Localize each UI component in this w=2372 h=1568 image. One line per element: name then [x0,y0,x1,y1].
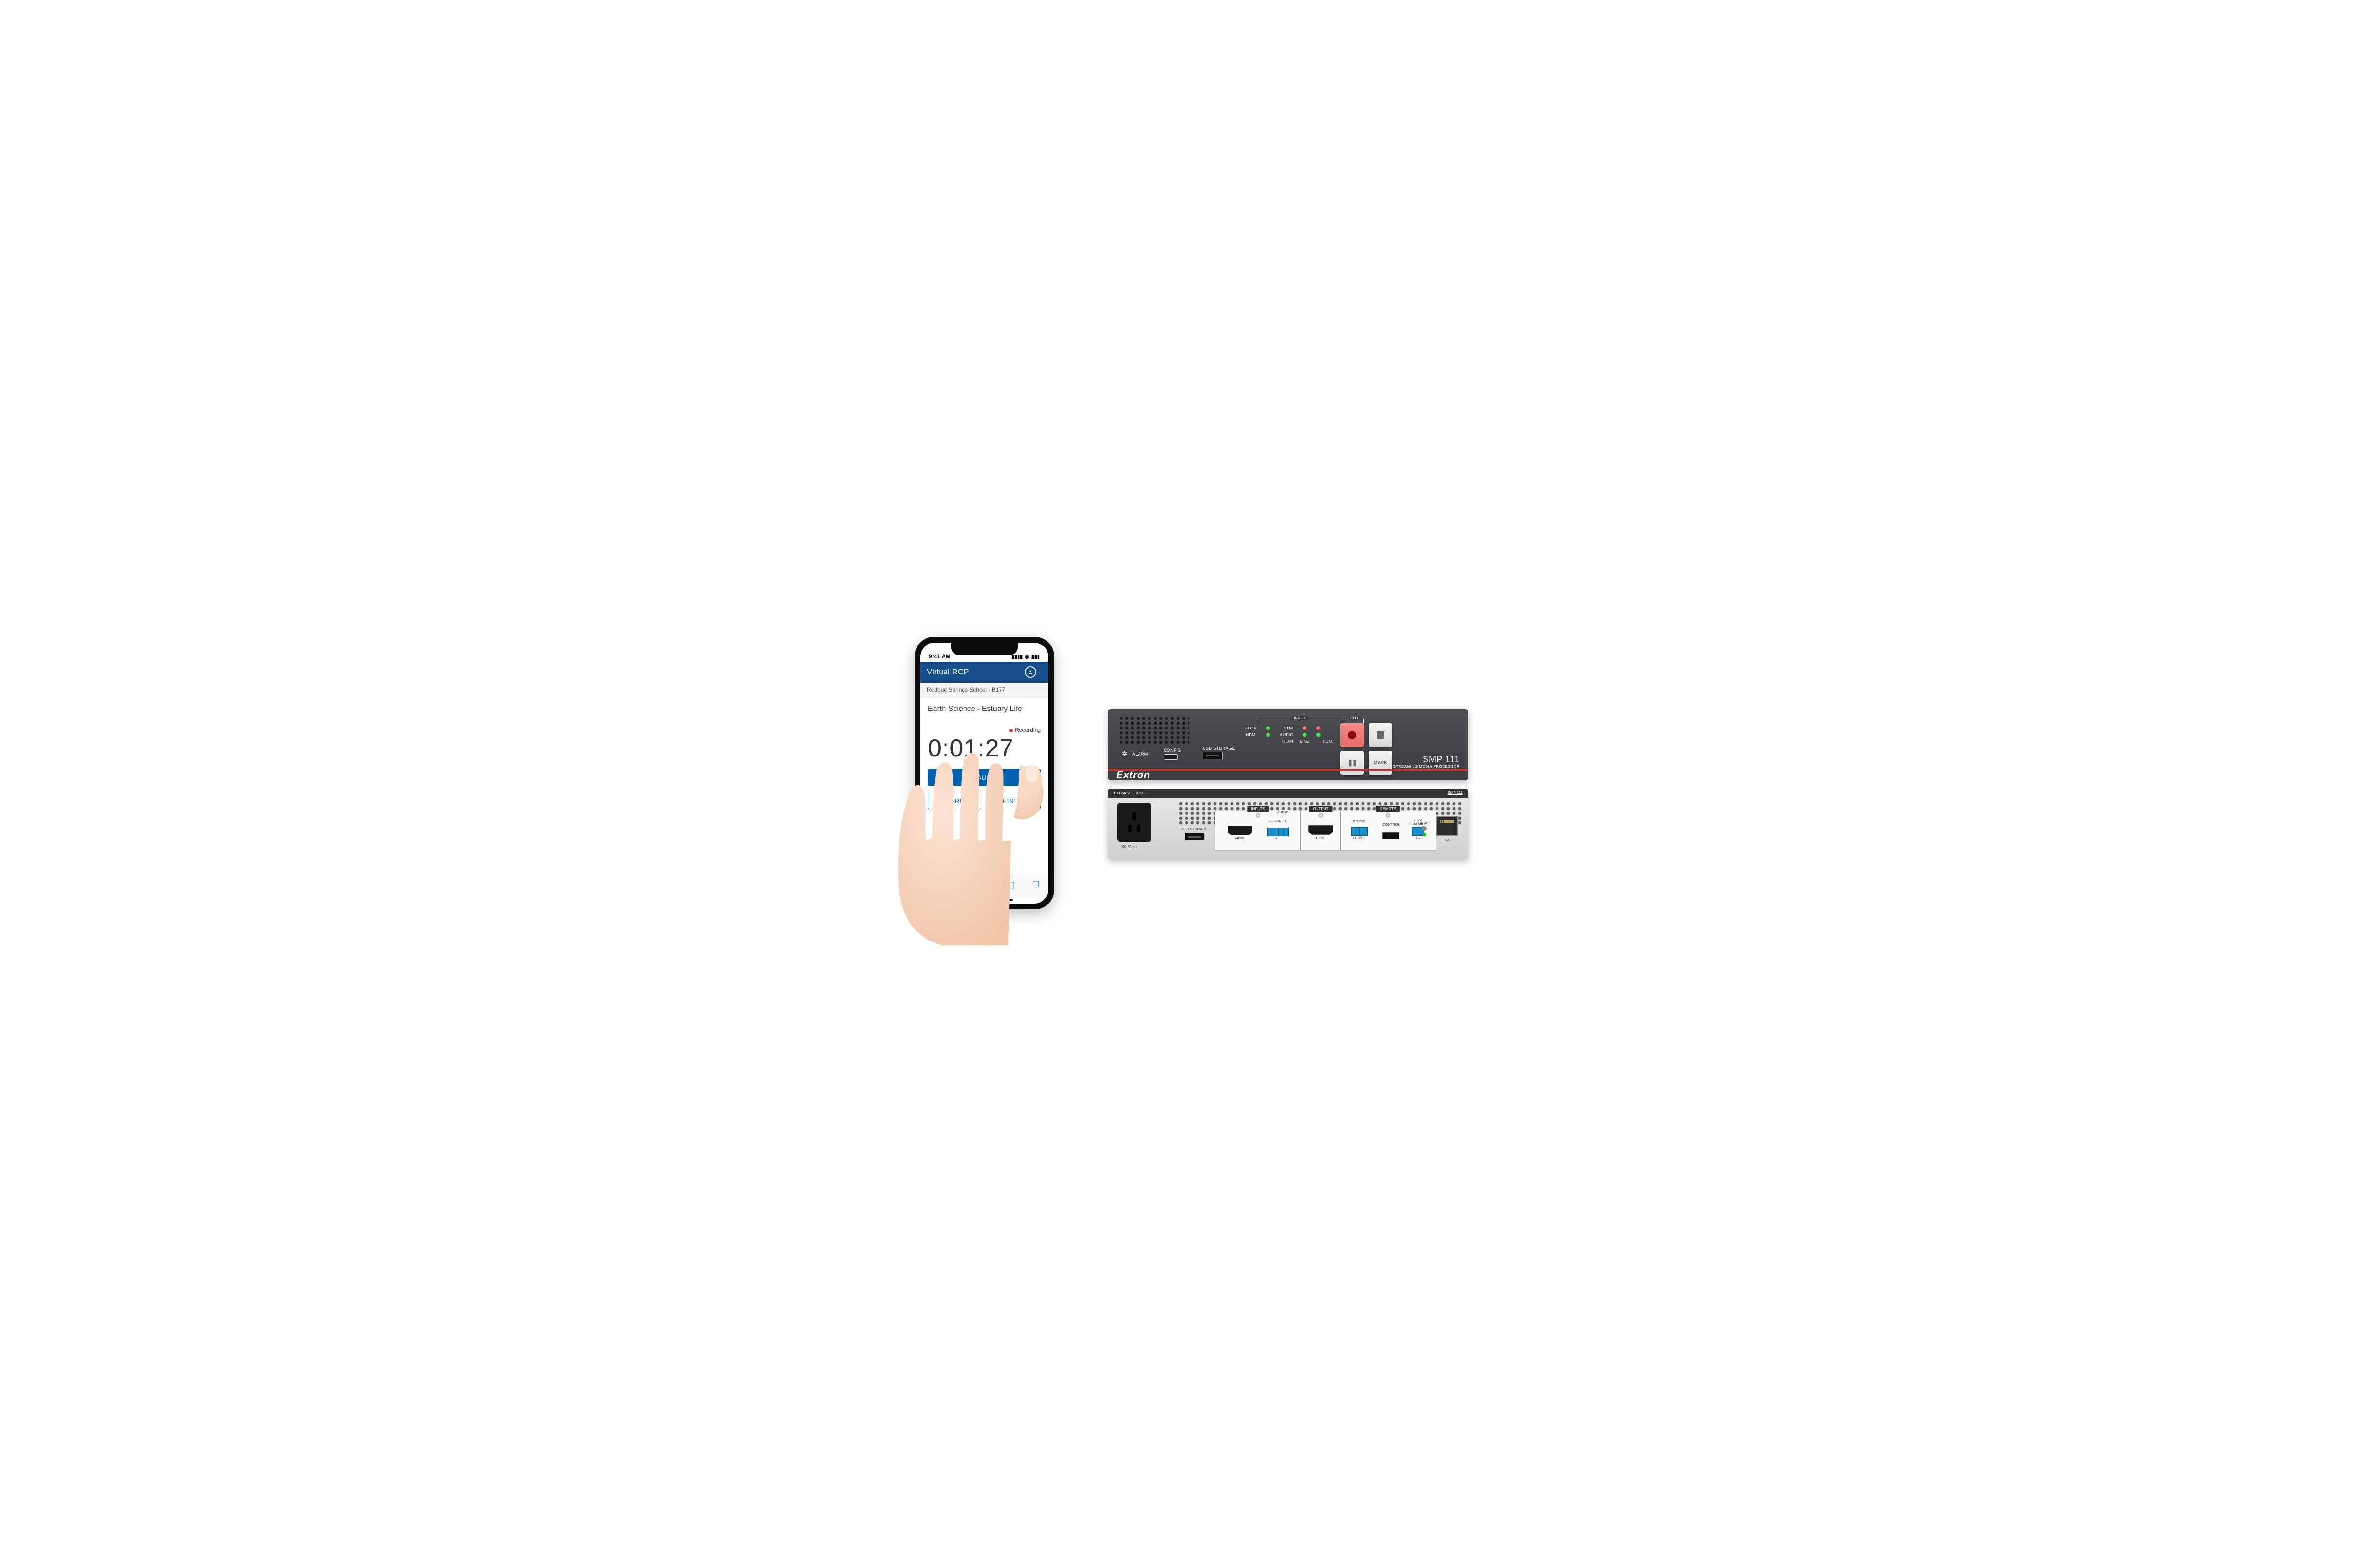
wifi-icon: ◉ [1025,654,1029,660]
audio-phoenix-input[interactable] [1267,828,1289,836]
control-port[interactable] [1382,832,1399,839]
reset-button[interactable] [1422,826,1427,831]
finish-button[interactable]: FINISH [988,793,1041,809]
phone-frame: 9:41 AM ▮▮▮▮ ◉ ▮▮▮ Virtual RCP ⌄ [915,637,1054,909]
browser-toolbar: 〈 〉 ⇪ ▯▯ ❐ [920,875,1048,899]
model-subtitle: STREAMING MEDIA PROCESSOR [1393,765,1460,769]
pause-hw-button[interactable] [1340,751,1364,775]
signal-icon: ▮▮▮▮ [1011,654,1023,660]
inputs-block: INPUTS HDMI L LINE R + – AUDIO [1215,811,1301,850]
hdmi-input-port[interactable] [1228,826,1252,835]
phone-in-hand: 9:41 AM ▮▮▮▮ ◉ ▮▮▮ Virtual RCP ⌄ [904,637,1065,931]
output-block: OUTPUT HDMI [1300,811,1341,850]
hdcp-led [1266,726,1270,730]
model-number: SMP 111 [1393,755,1460,765]
usb-storage-label: USB STORAGE [1203,746,1235,751]
chevron-down-icon: ⌄ [1038,670,1042,675]
mark-hw-button[interactable]: MARK [1369,751,1392,775]
app-title: Virtual RCP [927,667,969,677]
power-rating: 100-240V ～ 0.7A [1113,791,1144,796]
config-label: CONFIG [1164,748,1181,753]
stop-button[interactable] [1369,723,1392,747]
clip-led-1 [1303,726,1307,730]
iec-power-inlet[interactable] [1117,803,1151,842]
bookmarks-icon[interactable]: ▯▯ [1005,880,1015,892]
recording-status: Recording [928,727,1041,733]
alarm-label: ALARM [1132,752,1148,756]
timer-display: 0:01:27 [928,734,1041,763]
audio-led-1 [1303,733,1307,737]
audio-led-2 [1316,733,1321,737]
phone-screen: 9:41 AM ▮▮▮▮ ◉ ▮▮▮ Virtual RCP ⌄ [920,643,1048,904]
clip-led-2 [1316,726,1321,730]
battery-icon: ▮▮▮ [1031,654,1040,660]
frequency-label: 50-60 Hz [1122,845,1137,849]
device-stack: ALARM CONFIG USB STORAGE INPUT OUT HDCP … [1108,709,1468,859]
mark-button[interactable]: MARK [928,793,981,809]
smp111-front-panel: ALARM CONFIG USB STORAGE INPUT OUT HDCP … [1108,709,1468,780]
rear-usb-label: USB STORAGE [1182,827,1207,831]
reset-led [1423,833,1426,836]
status-time: 9:41 AM [929,653,951,660]
accent-line [1108,769,1468,771]
user-icon [1025,666,1036,678]
record-dot-icon [1009,729,1013,732]
ventilation-front [1118,716,1189,744]
usb-a-port[interactable] [1203,752,1223,759]
hdmi-output-port[interactable] [1308,825,1333,835]
share-icon[interactable]: ⇪ [981,880,988,892]
location-bar: Redbud Springs School - B177 [920,683,1048,697]
rear-usb-port[interactable] [1185,833,1205,840]
mini-usb-port[interactable] [1164,754,1178,760]
gear-icon [1122,750,1128,758]
user-menu[interactable]: ⌄ [1025,666,1042,678]
nav-forward-icon[interactable]: 〉 [955,880,964,892]
hdmi-led [1266,733,1270,737]
brand-logo: Extron [1116,769,1150,781]
record-button[interactable] [1340,723,1364,747]
lan-port[interactable] [1436,816,1458,836]
lesson-title: Earth Science - Estuary Life [928,705,1041,713]
pause-button[interactable]: PAUSE [928,769,1041,786]
nav-back-icon[interactable]: 〈 [929,880,937,892]
tabs-icon[interactable]: ❐ [1032,880,1040,892]
app-header: Virtual RCP ⌄ [920,662,1048,683]
rs232-port[interactable] [1351,827,1368,836]
home-indicator[interactable] [956,899,1013,901]
smp111-rear-panel: 100-240V ～ 0.7A SMP 111 50-60 Hz USB STO… [1108,789,1468,859]
phone-notch [951,643,1018,655]
alarm-group: ALARM [1122,750,1148,758]
rear-model: SMP 111 [1447,791,1463,796]
